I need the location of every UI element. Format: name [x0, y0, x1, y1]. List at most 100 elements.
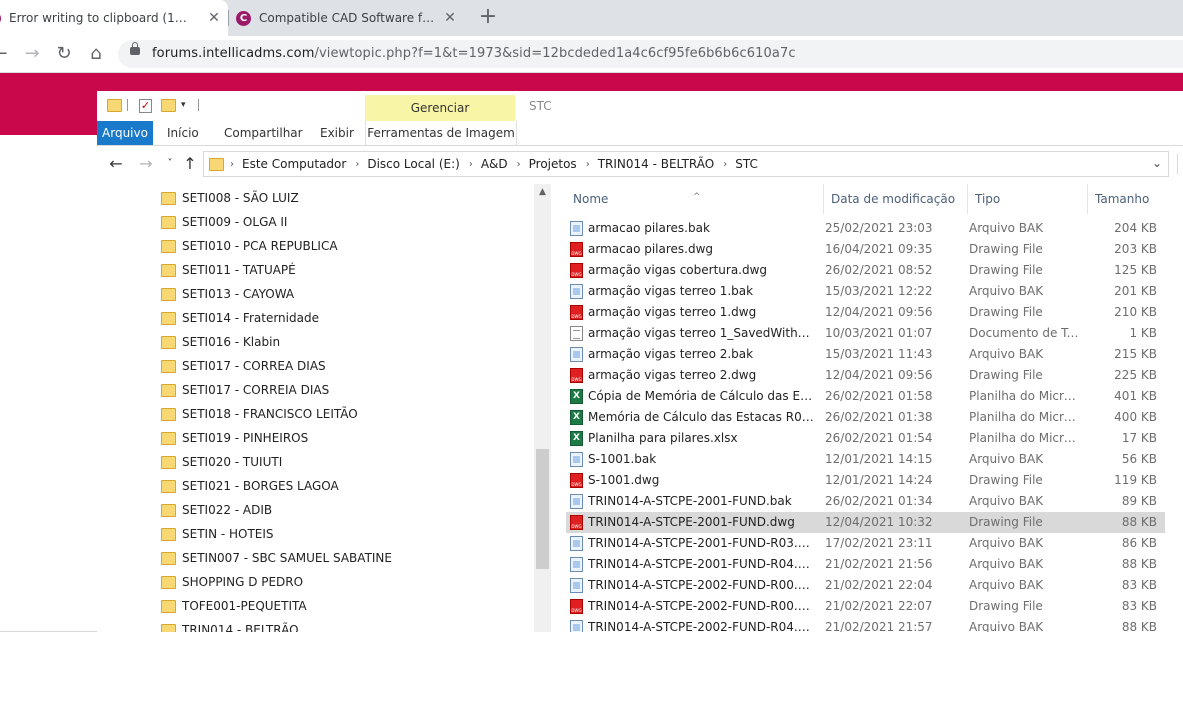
recent-locations-icon[interactable]: ˅ — [160, 154, 180, 174]
nav-folder-item[interactable]: SETI011 - TATUAPÉ — [161, 258, 296, 282]
home-icon[interactable]: ⌂ — [84, 42, 108, 66]
file-row[interactable]: armação vigas terreo 1_SavedWithErrors.l… — [566, 323, 1165, 344]
file-row-selected[interactable]: TRIN014-A-STCPE-2001-FUND.dwg12/04/2021 … — [566, 512, 1165, 533]
file-row[interactable]: armacao pilares.bak 25/02/2021 23:03 Arqui… — [566, 218, 1165, 239]
nav-folder-item[interactable]: SETI019 - PINHEIROS — [161, 426, 308, 450]
reload-icon[interactable]: ↻ — [52, 42, 76, 66]
file-row[interactable]: armação vigas terreo 1.bak 15/03/2021 12:… — [566, 281, 1165, 302]
file-row[interactable]: TRIN014-A-STCPE-2002-FUND-R00.dwg21/02/2… — [566, 596, 1165, 617]
file-row[interactable]: S-1001.bak 12/01/2021 14:15 Arquivo BAK 56 … — [566, 449, 1165, 470]
text-file-icon — [570, 326, 583, 341]
nav-folder-item[interactable]: SETI018 - FRANCISCO LEITÃO — [161, 402, 358, 426]
chevron-right-icon[interactable]: › — [355, 159, 359, 170]
refresh-button[interactable] — [1177, 154, 1183, 174]
folder-icon — [161, 599, 176, 613]
file-row[interactable]: S-1001.dwg12/01/2021 14:24Drawing File11… — [566, 470, 1165, 491]
nav-folder-item[interactable]: SETI014 - Fraternidade — [161, 306, 319, 330]
file-row[interactable]: TRIN014-A-STCPE-2001-FUND-R04.bak 21/02/2… — [566, 554, 1165, 575]
breadcrumb-item[interactable]: Este Computador — [242, 157, 346, 171]
nav-folder-item[interactable]: SETI013 - CAYOWA — [161, 282, 294, 306]
navigation-scrollbar[interactable]: ▲ — [534, 184, 551, 632]
column-header-date[interactable]: Data de modificação — [824, 184, 968, 214]
nav-folder-item[interactable]: SETIN007 - SBC SAMUEL SABATINE — [161, 546, 392, 570]
bak-file-icon — [570, 284, 583, 299]
bak-file-icon — [570, 221, 583, 236]
new-tab-button[interactable]: + — [476, 6, 500, 30]
dwg-file-icon — [570, 305, 583, 320]
properties-check-icon[interactable]: ✓ — [139, 99, 152, 113]
breadcrumb-item[interactable]: Disco Local (E:) — [367, 157, 459, 171]
nav-folder-item[interactable]: TRIN014 - BELTRÃO — [161, 618, 299, 632]
folder-icon — [161, 191, 176, 205]
close-tab-icon[interactable]: ✕ — [206, 10, 222, 26]
file-row[interactable]: TRIN014-A-STCPE-2002-FUND-R00.bak 21/02/2… — [566, 575, 1165, 596]
folder-icon[interactable] — [107, 99, 122, 112]
breadcrumb-item[interactable]: TRIN014 - BELTRÃO — [598, 157, 715, 171]
back-arrow-icon[interactable]: ← — [106, 154, 126, 174]
file-row[interactable]: armação vigas terreo 1.dwg12/04/2021 09:… — [566, 302, 1165, 323]
file-row[interactable]: armação vigas terreo 2.dwg12/04/2021 09:… — [566, 365, 1165, 386]
folder-icon — [161, 359, 176, 373]
forward-arrow-icon[interactable]: → — [20, 42, 44, 66]
breadcrumb-item[interactable]: A&D — [481, 157, 508, 171]
bak-file-icon — [570, 620, 583, 632]
nav-folder-item[interactable]: TOFE001-PEQUETITA — [161, 594, 307, 618]
scroll-up-icon[interactable]: ▲ — [534, 184, 551, 201]
chevron-right-icon[interactable]: › — [723, 159, 727, 170]
file-row[interactable]: armacao pilares.dwg16/04/2021 09:35Drawi… — [566, 239, 1165, 260]
customize-qat-icon[interactable]: ▾ — [181, 100, 186, 110]
manage-tab-header[interactable]: Gerenciar — [365, 95, 515, 121]
tab-inicio[interactable]: Início — [167, 121, 199, 145]
file-row[interactable]: TRIN014-A-STCPE-2001-FUND-R03.bak 17/02/2… — [566, 533, 1165, 554]
file-row[interactable]: Planilha para pilares.xlsx26/02/2021 01:… — [566, 428, 1165, 449]
url-text: forums.intellicadms.com/viewtopic.php?f=… — [152, 46, 796, 61]
page-header-band — [0, 73, 1183, 91]
tab-arquivo[interactable]: Arquivo — [97, 121, 153, 145]
dwg-file-icon — [570, 368, 583, 383]
forward-arrow-icon[interactable]: → — [136, 154, 156, 174]
nav-folder-item[interactable]: SETI009 - OLGA II — [161, 210, 287, 234]
chevron-right-icon[interactable]: › — [517, 159, 521, 170]
browser-tab-active[interactable]: C Error writing to clipboard (1418) ✕ — [0, 0, 228, 36]
new-folder-icon[interactable] — [161, 99, 176, 112]
column-header-type[interactable]: Tipo — [968, 184, 1088, 214]
up-arrow-icon[interactable]: ↑ — [180, 154, 200, 174]
nav-folder-item[interactable]: SETI016 - Klabin — [161, 330, 280, 354]
chevron-right-icon[interactable]: › — [469, 159, 473, 170]
nav-folder-item[interactable]: SETI017 - CORREIA DIAS — [161, 378, 329, 402]
nav-folder-item[interactable]: SETI017 - CORREA DIAS — [161, 354, 326, 378]
nav-folder-item[interactable]: SETI010 - PCA REPUBLICA — [161, 234, 338, 258]
nav-folder-item[interactable]: SETI020 - TUIUTI — [161, 450, 282, 474]
chevron-right-icon[interactable]: › — [586, 159, 590, 170]
breadcrumb-item[interactable]: STC — [735, 157, 758, 171]
chevron-right-icon[interactable]: › — [230, 159, 234, 170]
column-header-name[interactable]: Nome ^ — [566, 184, 824, 214]
breadcrumb[interactable]: › Este Computador › Disco Local (E:) › A… — [203, 151, 1169, 177]
close-tab-icon[interactable]: ✕ — [442, 10, 458, 26]
file-row[interactable]: TRIN014-A-STCPE-2001-FUND.bak 26/02/2021 … — [566, 491, 1165, 512]
file-row[interactable]: armação vigas terreo 2.bak 15/03/2021 11:… — [566, 344, 1165, 365]
chevron-down-icon[interactable]: ⌄ — [1152, 156, 1162, 170]
nav-folder-item[interactable]: SETI008 - SÃO LUIZ — [161, 186, 299, 210]
page-bottom-area — [0, 632, 1183, 724]
tab-compartilhar[interactable]: Compartilhar — [224, 121, 303, 145]
scrollbar-thumb[interactable] — [536, 449, 549, 569]
column-header-size[interactable]: Tamanho — [1088, 184, 1168, 214]
nav-folder-item[interactable]: SETI022 - ADIB — [161, 498, 272, 522]
tab-ferramentas-de-imagem[interactable]: Ferramentas de Imagem — [365, 121, 517, 145]
nav-folder-item[interactable]: SHOPPING D PEDRO — [161, 570, 303, 594]
nav-folder-item[interactable]: SETI021 - BORGES LAGOA — [161, 474, 339, 498]
tab-exibir[interactable]: Exibir — [320, 121, 354, 145]
browser-tab[interactable]: C Compatible CAD Software for .DWG ✕ — [236, 0, 464, 36]
breadcrumb-item[interactable]: Projetos — [529, 157, 577, 171]
dwg-file-icon — [570, 515, 583, 530]
back-arrow-icon[interactable]: ← — [0, 42, 12, 66]
file-row[interactable]: Cópia de Memória de Cálculo das Estaca..… — [566, 386, 1165, 407]
file-row[interactable]: TRIN014-A-STCPE-2002-FUND-R04.bak 21/02/2… — [566, 617, 1165, 632]
sort-ascending-icon: ^ — [693, 192, 701, 202]
file-row[interactable]: armação vigas cobertura.dwg26/02/2021 08… — [566, 260, 1165, 281]
folder-icon — [161, 479, 176, 493]
nav-folder-item[interactable]: SETIN - HOTEIS — [161, 522, 274, 546]
file-row[interactable]: Memória de Cálculo das Estacas R0.xlsx26… — [566, 407, 1165, 428]
address-bar[interactable]: forums.intellicadms.com/viewtopic.php?f=… — [118, 40, 1183, 68]
